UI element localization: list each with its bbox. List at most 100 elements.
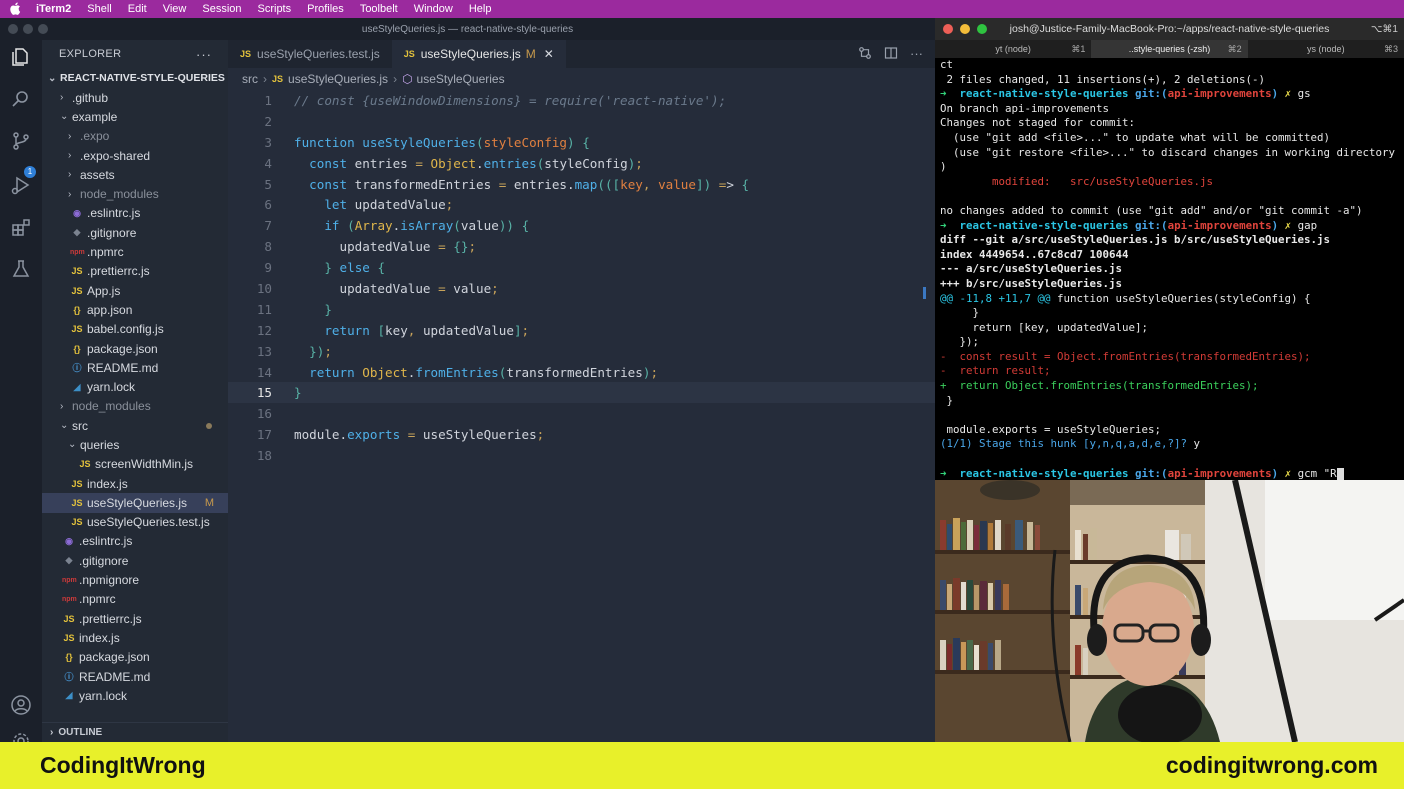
tree-file[interactable]: ◢ yarn.lock [42, 686, 228, 705]
tree-item-label: node_modules [72, 399, 151, 414]
code-line[interactable]: 7 if (Array.isArray(value)) { [228, 215, 935, 236]
code-line[interactable]: 3 function useStyleQueries(styleConfig) { [228, 132, 935, 153]
menu-session[interactable]: Session [202, 3, 241, 15]
zoom-window-button[interactable] [977, 24, 987, 34]
code-line[interactable]: 16 [228, 403, 935, 424]
extensions-icon[interactable] [9, 216, 33, 240]
tree-folder[interactable]: › node_modules [42, 397, 228, 416]
zoom-window-button[interactable] [38, 24, 48, 34]
source-control-icon[interactable] [9, 130, 33, 154]
menu-help[interactable]: Help [469, 3, 492, 15]
apple-icon[interactable] [10, 2, 24, 16]
iterm-tab-active[interactable]: ..style-queries (-zsh) ⌘2 [1091, 40, 1248, 58]
tree-folder[interactable]: › .expo-shared [42, 146, 228, 165]
tree-file[interactable]: npm .npmrc [42, 590, 228, 609]
tree-folder[interactable]: ⌄ example [42, 107, 228, 126]
iterm-tab[interactable]: yt (node) ⌘1 [935, 40, 1091, 58]
explorer-icon[interactable] [9, 46, 33, 70]
code-line[interactable]: 9 } else { [228, 257, 935, 278]
run-debug-icon[interactable] [9, 174, 33, 198]
iterm-tabs: yt (node) ⌘1 ..style-queries (-zsh) ⌘2 y… [935, 40, 1404, 58]
iterm-tab[interactable]: ys (node) ⌘3 [1248, 40, 1404, 58]
close-window-button[interactable] [8, 24, 18, 34]
code-line[interactable]: 11 } [228, 299, 935, 320]
minimize-window-button[interactable] [960, 24, 970, 34]
outline-section[interactable]: › OUTLINE [42, 722, 228, 742]
tree-file[interactable]: JS .prettierrc.js [42, 609, 228, 628]
code-line[interactable]: 17 module.exports = useStyleQueries; [228, 424, 935, 445]
function-symbol-icon: ⬡ [402, 72, 413, 86]
tree-file[interactable]: ◉ .eslintrc.js [42, 204, 228, 223]
split-editor-icon[interactable] [884, 46, 898, 63]
tree-file[interactable]: JS useStyleQueries.js M [42, 493, 228, 513]
menu-window[interactable]: Window [414, 3, 453, 15]
code-line[interactable]: 5 const transformedEntries = entries.map… [228, 174, 935, 195]
account-icon[interactable] [9, 694, 33, 718]
code-line[interactable]: 4 const entries = Object.entries(styleCo… [228, 153, 935, 174]
code-line[interactable]: 12 return [key, updatedValue]; [228, 320, 935, 341]
code-line[interactable]: 1 // const {useWindowDimensions} = requir… [228, 90, 935, 111]
tree-file[interactable]: {} app.json [42, 300, 228, 319]
tree-file[interactable]: JS index.js [42, 628, 228, 647]
code-line[interactable]: 10 updatedValue = value; [228, 278, 935, 299]
code-line[interactable]: 18 [228, 445, 935, 466]
menu-view[interactable]: View [163, 3, 187, 15]
tree-file[interactable]: JS screenWidthMin.js [42, 455, 228, 474]
menu-toolbelt[interactable]: Toolbelt [360, 3, 398, 15]
tree-file[interactable]: ⓘ README.md [42, 667, 228, 686]
line-number: 10 [256, 280, 272, 296]
code-line[interactable]: 6 let updatedValue; [228, 194, 935, 215]
tree-file[interactable]: JS .prettierrc.js [42, 262, 228, 281]
line-number: 3 [264, 134, 272, 150]
testing-flask-icon[interactable] [9, 258, 33, 282]
code-line[interactable]: 13 }); [228, 341, 935, 362]
tree-file[interactable]: {} package.json [42, 339, 228, 358]
tab-test-file[interactable]: JS useStyleQueries.test.js [228, 40, 392, 68]
menu-edit[interactable]: Edit [128, 3, 147, 15]
more-actions-icon[interactable]: ··· [910, 46, 923, 63]
menu-shell[interactable]: Shell [87, 3, 111, 15]
more-actions-icon[interactable]: ··· [196, 47, 212, 62]
menu-profiles[interactable]: Profiles [307, 3, 344, 15]
breadcrumb-folder[interactable]: src [242, 72, 258, 86]
chevron-right-icon: › [68, 150, 72, 162]
menu-app-name[interactable]: iTerm2 [36, 3, 71, 15]
tree-file[interactable]: ◢ yarn.lock [42, 377, 228, 396]
tree-file[interactable]: JS App.js [42, 281, 228, 300]
chevron-down-icon: ⌄ [60, 420, 69, 432]
tree-file[interactable]: ⓘ README.md [42, 358, 228, 377]
tree-file[interactable]: {} package.json [42, 648, 228, 667]
tree-folder[interactable]: ⌄ queries [42, 435, 228, 454]
tree-file[interactable]: ◆ .gitignore [42, 223, 228, 242]
settings-gear-icon[interactable] [9, 730, 33, 742]
open-changes-icon[interactable] [858, 46, 872, 63]
tree-file[interactable]: JS babel.config.js [42, 320, 228, 339]
terminal-output[interactable]: ct 2 files changed, 11 insertions(+), 2 … [940, 58, 1404, 481]
code-line[interactable]: 15} [228, 382, 935, 404]
close-window-button[interactable] [943, 24, 953, 34]
code-line[interactable]: 14 return Object.fromEntries(transformed… [228, 362, 935, 383]
menu-scripts[interactable]: Scripts [258, 3, 292, 15]
tree-folder[interactable]: › assets [42, 165, 228, 184]
tree-file[interactable]: ◆ .gitignore [42, 551, 228, 570]
project-root-folder[interactable]: ⌄ REACT-NATIVE-STYLE-QUERIES [42, 68, 228, 88]
code-line[interactable]: 2 [228, 111, 935, 132]
tab-use-style-queries[interactable]: JS useStyleQueries.js M ✕ [391, 40, 566, 68]
code-line[interactable]: 8 updatedValue = {}; [228, 236, 935, 257]
close-tab-icon[interactable]: ✕ [544, 47, 554, 61]
tree-file[interactable]: npm .npmrc [42, 242, 228, 261]
code-text: if (Array.isArray(value)) { [324, 218, 530, 234]
tree-file[interactable]: JS index.js [42, 474, 228, 493]
breadcrumb-symbol[interactable]: useStyleQueries [417, 72, 505, 86]
tree-folder[interactable]: › .expo [42, 127, 228, 146]
tree-file[interactable]: JS useStyleQueries.test.js [42, 513, 228, 532]
tree-file[interactable]: npm .npmignore [42, 570, 228, 589]
tree-file[interactable]: ◉ .eslintrc.js [42, 532, 228, 551]
tree-folder[interactable]: › node_modules [42, 184, 228, 203]
minimize-window-button[interactable] [23, 24, 33, 34]
search-icon[interactable] [9, 88, 33, 112]
breadcrumb-file[interactable]: useStyleQueries.js [288, 72, 388, 86]
code-editor[interactable]: 1 // const {useWindowDimensions} = requir… [228, 90, 935, 466]
tree-folder[interactable]: ⌄ src [42, 416, 228, 435]
tree-folder[interactable]: › .github [42, 88, 228, 107]
